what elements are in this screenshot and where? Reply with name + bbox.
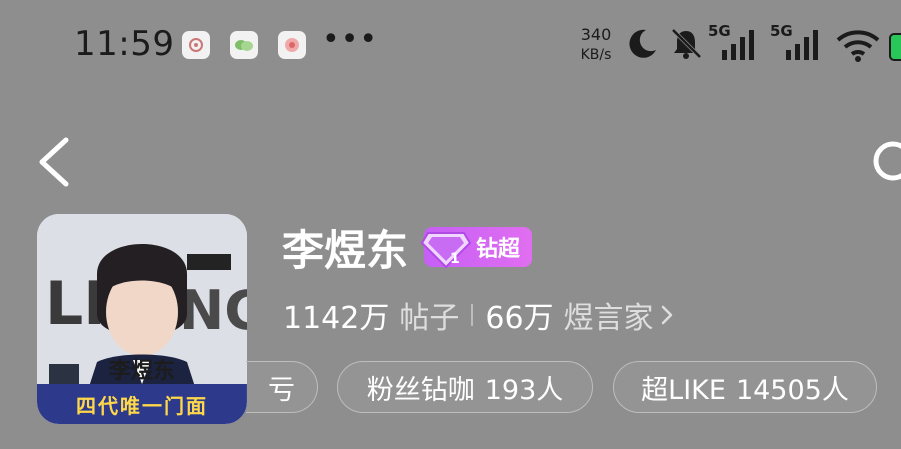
chip2-value: 14505人 xyxy=(735,374,849,406)
super-fan-badge[interactable]: 1 钻超 xyxy=(420,227,533,269)
more-dots: ••• xyxy=(322,22,379,57)
posts-label: 帖子 xyxy=(399,301,460,336)
notification-app-2-icon xyxy=(230,31,258,59)
super-like-chip[interactable]: 超LIKE 14505人 xyxy=(613,361,877,413)
status-bar: 11:59 ••• 340 KB/s 5G 5G xyxy=(0,0,901,90)
badge-level: 1 xyxy=(450,251,460,267)
chip-partial-label: 亏 xyxy=(268,374,295,406)
posts-count: 1142万 xyxy=(283,301,390,336)
avatar-banner: 四代唯一门面 xyxy=(37,384,247,424)
svg-text:NG: NG xyxy=(179,279,247,342)
signal-5g-icon: 5G xyxy=(708,22,758,62)
avatar[interactable]: LIY NG 李煜东 四代唯一门面 xyxy=(37,214,247,424)
notification-app-3-icon xyxy=(278,31,306,59)
net-speed-value: 340 xyxy=(580,25,612,44)
fan-diamond-chip[interactable]: 粉丝钻咖 193人 xyxy=(337,361,593,413)
fans-count[interactable]: 66万 xyxy=(485,293,553,337)
stat-divider xyxy=(471,304,474,326)
net-speed-unit: KB/s xyxy=(580,47,612,63)
signal-5g-icon: 5G xyxy=(770,22,826,62)
signal-bars-1 xyxy=(722,30,754,60)
notification-app-1-icon xyxy=(182,31,210,59)
status-time: 11:59 xyxy=(74,24,175,64)
name-row: 李煜东 1 钻超 xyxy=(282,216,533,278)
signal-bars-2 xyxy=(786,30,818,60)
back-button[interactable] xyxy=(34,134,78,190)
stats-row: 1142万 帖子 66万 煜言家 xyxy=(283,290,674,340)
wifi-icon xyxy=(836,30,880,62)
chip2-label: 超LIKE xyxy=(641,374,726,406)
net-speed: 340 KB/s xyxy=(576,24,616,66)
moon-icon xyxy=(629,29,656,58)
battery-icon xyxy=(889,33,901,61)
chevron-right-icon[interactable] xyxy=(660,303,674,327)
mute-bell-icon xyxy=(671,28,702,59)
diamond-icon: 1 xyxy=(420,232,472,269)
chip1-label: 粉丝钻咖 xyxy=(366,374,475,406)
chip-partial[interactable]: 亏 xyxy=(246,361,318,413)
avatar-caption: 李煜东 xyxy=(108,358,175,384)
circle-icon[interactable] xyxy=(868,136,901,186)
chip1-value: 193人 xyxy=(484,374,564,406)
fans-label[interactable]: 煜言家 xyxy=(564,293,654,337)
profile-name: 李煜东 xyxy=(282,225,409,275)
badge-label: 钻超 xyxy=(476,237,521,262)
